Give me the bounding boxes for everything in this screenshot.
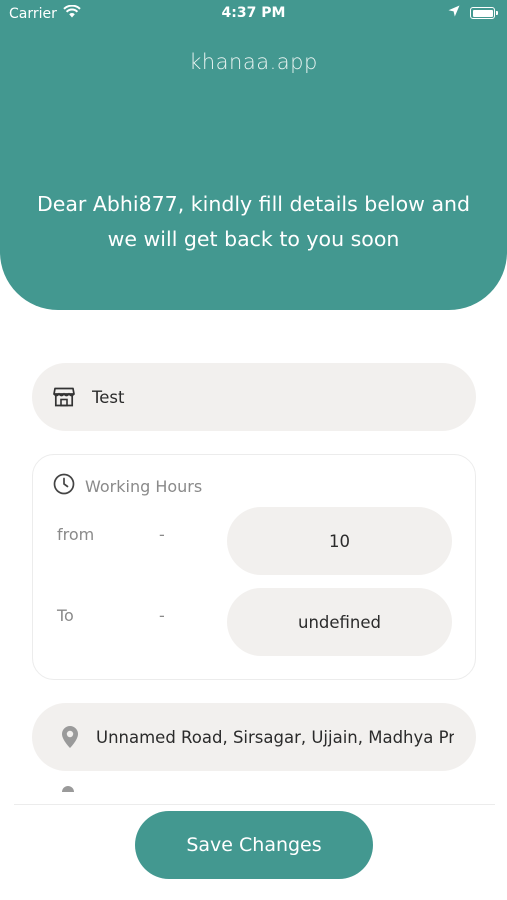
from-dash: - (159, 525, 165, 544)
address-value: Unnamed Road, Sirsagar, Ujjain, Madhya P… (96, 727, 454, 747)
partial-field-icon (62, 786, 74, 792)
working-hours-card: Working Hours from - 10 To - undefined (32, 454, 476, 680)
clock-icon (53, 473, 75, 499)
from-time-input[interactable]: 10 (227, 507, 452, 575)
location-pin-icon (58, 725, 82, 749)
status-time: 4:37 PM (221, 5, 286, 21)
from-label: from (57, 525, 95, 544)
battery-icon (470, 7, 498, 19)
store-name-value: Test (92, 387, 125, 407)
working-hours-title: Working Hours (85, 476, 203, 496)
location-arrow-icon (448, 5, 460, 21)
store-name-field[interactable]: Test (32, 363, 476, 431)
to-label: To (57, 606, 74, 625)
from-time-value: 10 (329, 531, 350, 551)
status-bar: Carrier 4:37 PM (0, 0, 507, 28)
brand-logo: khanaa.app (189, 50, 318, 74)
to-dash: - (159, 606, 165, 625)
save-changes-button[interactable]: Save Changes (135, 811, 373, 879)
address-field[interactable]: Unnamed Road, Sirsagar, Ujjain, Madhya P… (32, 703, 476, 771)
to-time-value: undefined (297, 612, 381, 632)
to-time-input[interactable]: undefined (227, 588, 452, 656)
greeting-text: Dear Abhi877, kindly fill details below … (36, 192, 471, 251)
header-banner (0, 0, 507, 310)
store-icon (52, 385, 76, 409)
footer-divider (14, 804, 495, 805)
